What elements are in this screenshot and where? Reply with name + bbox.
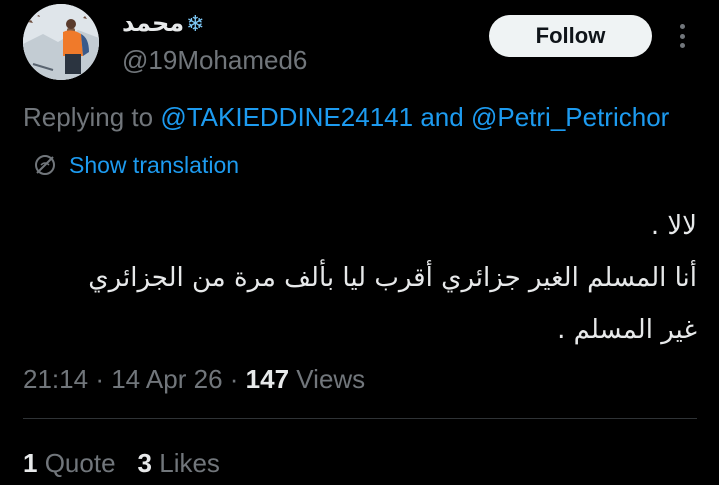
follow-button[interactable]: Follow bbox=[489, 15, 652, 57]
author-name: محمد bbox=[122, 10, 185, 37]
views-label: Views bbox=[296, 364, 366, 394]
avatar[interactable] bbox=[23, 4, 99, 80]
tweet-time[interactable]: 21:14 bbox=[23, 364, 88, 394]
tweet-line: أنا المسلم الغير جزائري أقرب ليا بألف مر… bbox=[88, 263, 697, 293]
display-name[interactable]: محمد ❄ bbox=[122, 10, 205, 38]
tweet-detail: محمد ❄ @19Mohamed6 Follow Replying to @T… bbox=[0, 0, 719, 485]
author-handle[interactable]: @19Mohamed6 bbox=[122, 44, 307, 76]
more-vertical-icon[interactable] bbox=[672, 20, 692, 52]
quotes-count: 1 bbox=[23, 448, 38, 478]
quotes-label: Quote bbox=[44, 448, 116, 478]
quotes-stat[interactable]: 1 Quote bbox=[23, 446, 116, 480]
tweet-line: لالا . bbox=[650, 211, 697, 241]
globe-icon bbox=[35, 155, 55, 175]
replying-to: Replying to @TAKIEDDINE24141 and @Petri_… bbox=[23, 100, 669, 134]
tweet-line: غير المسلم . bbox=[557, 315, 697, 345]
show-translation-button[interactable]: Show translation bbox=[33, 150, 239, 180]
likes-stat[interactable]: 3 Likes bbox=[138, 446, 220, 480]
profile-photo-icon bbox=[23, 4, 99, 80]
divider bbox=[23, 418, 697, 419]
tweet-text: لالا . أنا المسلم الغير جزائري أقرب ليا … bbox=[37, 200, 697, 356]
views-count[interactable]: 147 bbox=[246, 364, 289, 394]
mention-link-2[interactable]: @Petri_Petrichor bbox=[471, 102, 669, 132]
tweet-date[interactable]: 14 Apr 26 bbox=[111, 364, 222, 394]
mention-connector[interactable]: and bbox=[420, 102, 463, 132]
show-translation-label: Show translation bbox=[69, 152, 240, 178]
snowflake-icon: ❄ bbox=[186, 11, 205, 36]
replying-to-prefix: Replying to bbox=[23, 102, 154, 132]
engagement-stats: 1 Quote 3 Likes bbox=[23, 446, 220, 480]
likes-count: 3 bbox=[137, 448, 152, 478]
tweet-meta: 21:14 · 14 Apr 26 · 147 Views bbox=[23, 362, 365, 396]
mention-link-1[interactable]: @TAKIEDDINE24141 bbox=[160, 102, 413, 132]
likes-label: Likes bbox=[159, 448, 220, 478]
meta-separator: · bbox=[95, 364, 104, 394]
meta-separator: · bbox=[229, 364, 239, 394]
